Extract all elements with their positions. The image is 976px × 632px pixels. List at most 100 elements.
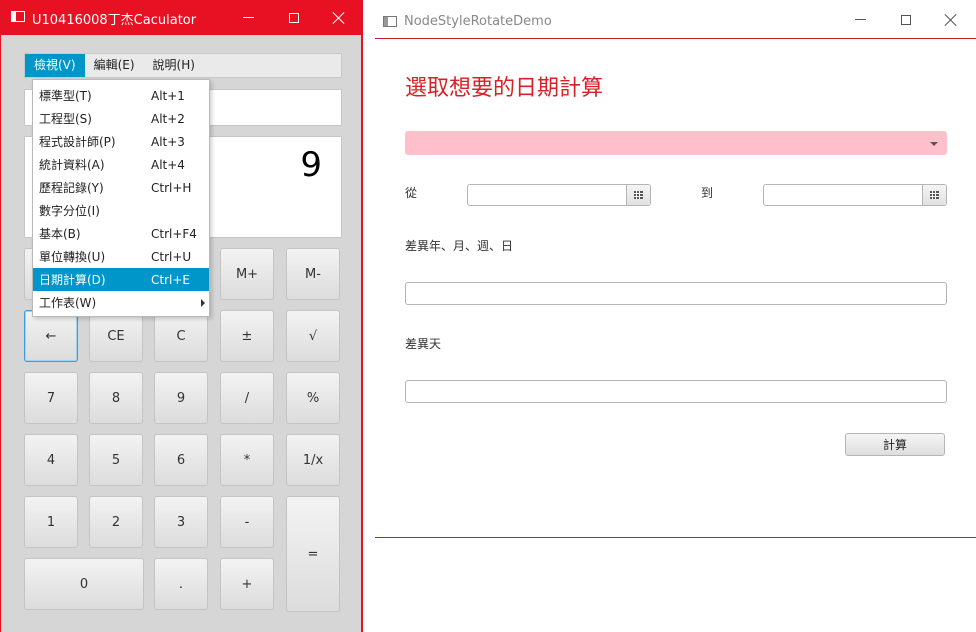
close-button[interactable] <box>928 0 974 39</box>
key-clear-entry[interactable]: CE <box>89 310 143 362</box>
to-date-picker[interactable] <box>763 184 947 206</box>
menu-item-label: 統計資料(A) <box>39 158 105 172</box>
key-decimal[interactable]: . <box>154 558 208 610</box>
menu-item-shortcut: Alt+3 <box>151 134 185 149</box>
app-window-icon <box>11 11 25 22</box>
menu-item-worksheets[interactable]: 工作表(W) <box>33 291 209 314</box>
menu-item-label: 數字分位(I) <box>39 204 100 218</box>
maximize-icon <box>901 14 911 25</box>
minimize-icon <box>854 19 866 20</box>
from-calendar-button[interactable] <box>626 185 650 205</box>
menu-item-label: 工程型(S) <box>39 112 92 126</box>
key-reciprocal[interactable]: 1/x <box>286 434 340 486</box>
key-6[interactable]: 6 <box>154 434 208 486</box>
menu-item-shortcut: Ctrl+E <box>151 272 190 287</box>
to-date-input[interactable] <box>764 185 922 205</box>
menu-item-digit-grouping[interactable]: 數字分位(I) <box>33 199 209 222</box>
calculator-titlebar[interactable]: U10416008丁杰Caculator <box>1 0 362 35</box>
display-value: 9 <box>300 145 322 185</box>
from-date-picker[interactable] <box>467 184 651 206</box>
menu-item-shortcut: Ctrl+F4 <box>151 226 197 241</box>
menu-edit[interactable]: 編輯(E) <box>85 54 144 77</box>
from-label: 從 <box>405 186 418 200</box>
submenu-arrow-icon <box>201 299 205 307</box>
key-percent[interactable]: % <box>286 372 340 424</box>
diff-ymwd-field[interactable] <box>405 282 947 305</box>
menu-item-programmer[interactable]: 程式設計師(P) Alt+3 <box>33 130 209 153</box>
bottom-divider <box>375 537 976 538</box>
menu-item-standard[interactable]: 標準型(T) Alt+1 <box>33 84 209 107</box>
key-sqrt[interactable]: √ <box>286 310 340 362</box>
menu-item-shortcut: Alt+1 <box>151 88 185 103</box>
menu-item-shortcut: Alt+2 <box>151 111 185 126</box>
menu-item-label: 日期計算(D) <box>39 273 106 287</box>
key-2[interactable]: 2 <box>89 496 143 548</box>
menu-item-basic[interactable]: 基本(B) Ctrl+F4 <box>33 222 209 245</box>
menu-item-label: 程式設計師(P) <box>39 135 116 149</box>
key-add[interactable]: + <box>220 558 274 610</box>
close-icon <box>945 14 957 26</box>
compute-button[interactable]: 計算 <box>845 433 945 456</box>
key-backspace[interactable]: ← <box>24 310 78 362</box>
menu-item-label: 基本(B) <box>39 227 81 241</box>
view-menu-dropdown: 標準型(T) Alt+1 工程型(S) Alt+2 程式設計師(P) Alt+3… <box>32 79 210 317</box>
menu-item-label: 歷程記錄(Y) <box>39 181 104 195</box>
menu-item-label: 標準型(T) <box>39 89 92 103</box>
key-equals[interactable]: = <box>286 496 340 612</box>
minimize-button[interactable] <box>225 0 271 35</box>
menu-item-date-calculation[interactable]: 日期計算(D) Ctrl+E <box>33 268 209 291</box>
diff-ymwd-label: 差異年、月、週、日 <box>405 239 514 253</box>
key-multiply[interactable]: * <box>220 434 274 486</box>
minimize-button[interactable] <box>837 0 883 39</box>
key-m-minus[interactable]: M- <box>286 248 340 300</box>
key-negate[interactable]: ± <box>220 310 274 362</box>
to-label: 到 <box>701 186 714 200</box>
menu-item-shortcut: Ctrl+U <box>151 249 192 264</box>
key-8[interactable]: 8 <box>89 372 143 424</box>
date-heading: 選取想要的日期計算 <box>405 76 604 101</box>
from-date-input[interactable] <box>468 185 626 205</box>
key-m-plus[interactable]: M+ <box>220 248 274 300</box>
diff-days-field[interactable] <box>405 380 947 403</box>
chevron-down-icon <box>930 142 938 146</box>
to-calendar-button[interactable] <box>922 185 946 205</box>
maximize-icon <box>289 12 299 23</box>
menu-item-label: 單位轉換(U) <box>39 250 106 264</box>
app-window-icon <box>383 16 397 27</box>
menu-item-shortcut: Alt+4 <box>151 157 185 172</box>
key-1[interactable]: 1 <box>24 496 78 548</box>
key-clear[interactable]: C <box>154 310 208 362</box>
menu-view[interactable]: 檢視(V) <box>25 54 85 77</box>
calendar-icon <box>930 191 939 199</box>
menu-item-scientific[interactable]: 工程型(S) Alt+2 <box>33 107 209 130</box>
key-5[interactable]: 5 <box>89 434 143 486</box>
calculator-window: U10416008丁杰Caculator 檢視(V) 編輯(E) 說明(H) 9… <box>0 0 363 632</box>
minimize-icon <box>242 17 254 18</box>
key-0[interactable]: 0 <box>24 558 144 610</box>
menu-item-label: 工作表(W) <box>39 296 97 310</box>
close-button[interactable] <box>316 0 362 35</box>
key-divide[interactable]: / <box>220 372 274 424</box>
maximize-button[interactable] <box>883 0 929 39</box>
key-subtract[interactable]: - <box>220 496 274 548</box>
maximize-button[interactable] <box>271 0 317 35</box>
calculator-title: U10416008丁杰Caculator <box>32 13 197 28</box>
date-window-title: NodeStyleRotateDemo <box>404 14 552 29</box>
close-icon <box>333 12 345 24</box>
calculator-menubar: 檢視(V) 編輯(E) 說明(H) <box>24 53 342 78</box>
key-7[interactable]: 7 <box>24 372 78 424</box>
menu-item-history[interactable]: 歷程記錄(Y) Ctrl+H <box>33 176 209 199</box>
menu-item-statistics[interactable]: 統計資料(A) Alt+4 <box>33 153 209 176</box>
calendar-icon <box>634 191 643 199</box>
menu-item-shortcut: Ctrl+H <box>151 180 192 195</box>
key-9[interactable]: 9 <box>154 372 208 424</box>
diff-days-label: 差異天 <box>405 337 442 351</box>
key-4[interactable]: 4 <box>24 434 78 486</box>
date-window-titlebar[interactable]: NodeStyleRotateDemo <box>375 0 976 39</box>
desktop: U10416008丁杰Caculator 檢視(V) 編輯(E) 說明(H) 9… <box>0 0 976 632</box>
calculation-type-select[interactable] <box>405 131 947 155</box>
menu-help[interactable]: 說明(H) <box>144 54 204 77</box>
date-calculation-window: NodeStyleRotateDemo 選取想要的日期計算 從 到 差異年、月、… <box>375 0 976 632</box>
menu-item-unit-conversion[interactable]: 單位轉換(U) Ctrl+U <box>33 245 209 268</box>
key-3[interactable]: 3 <box>154 496 208 548</box>
